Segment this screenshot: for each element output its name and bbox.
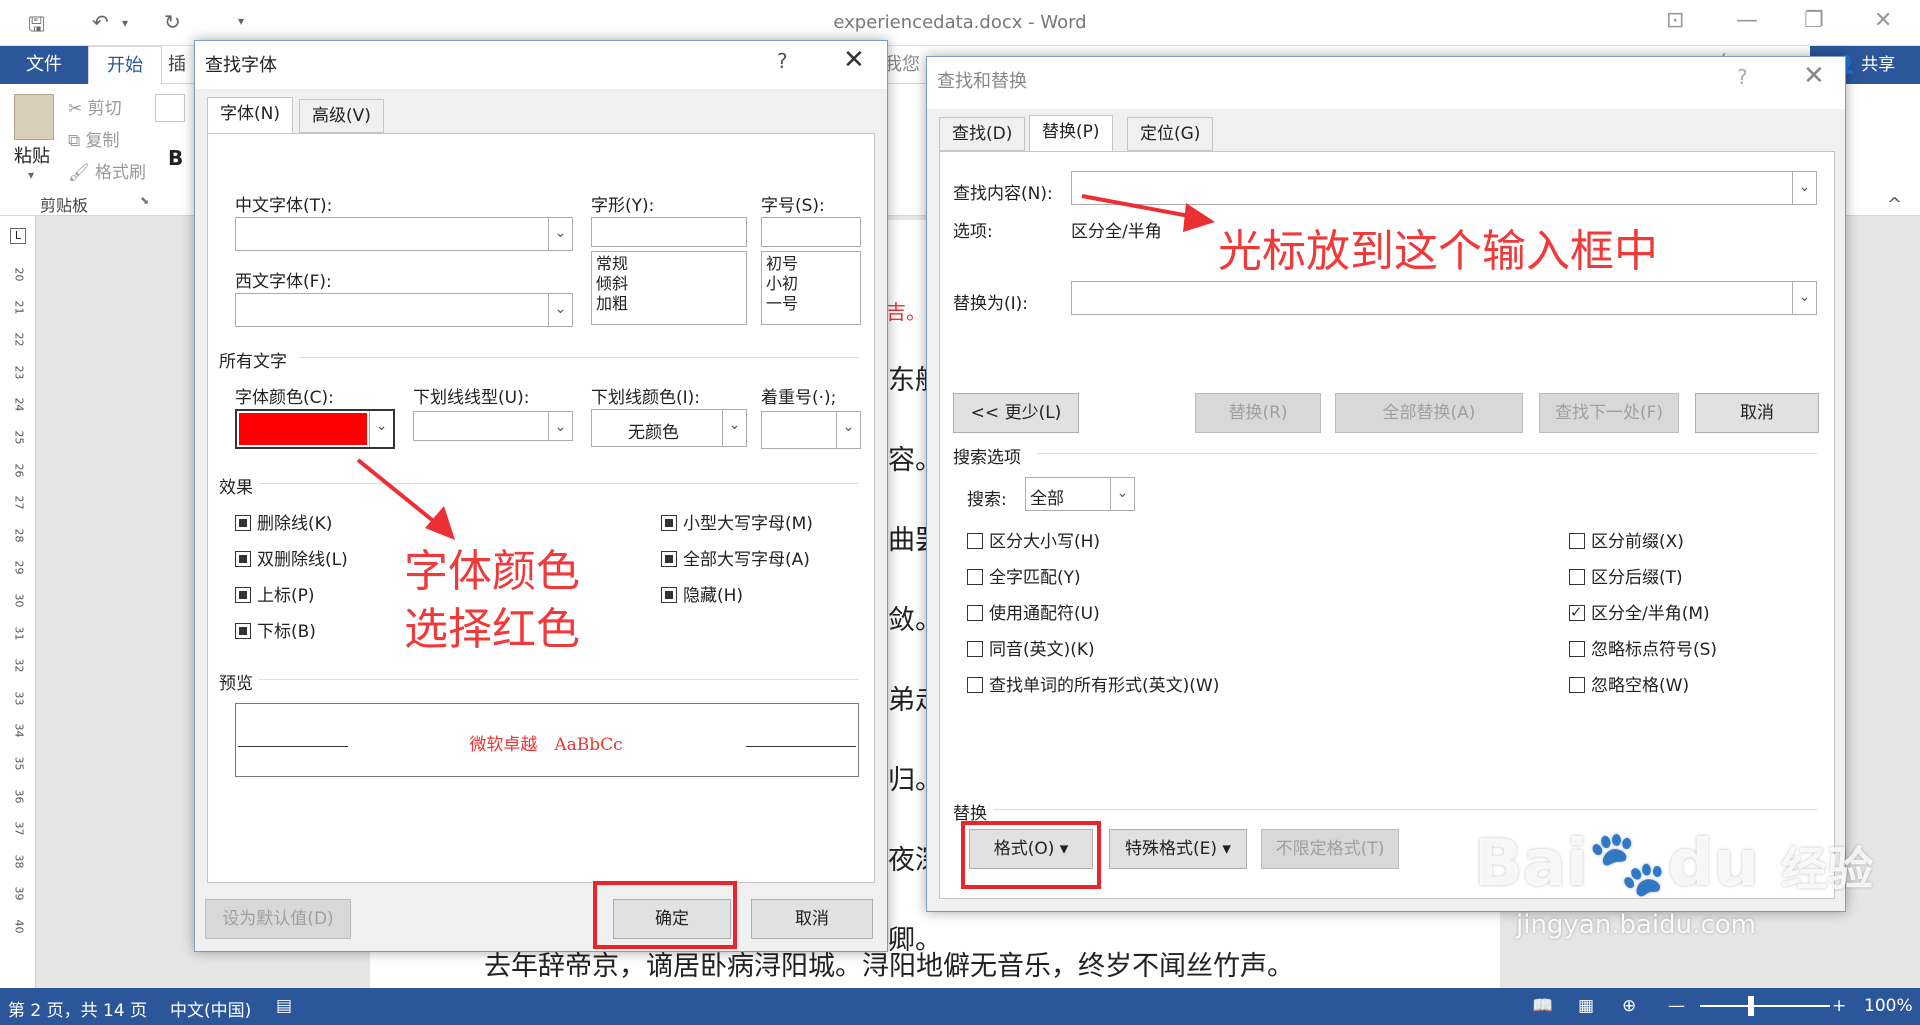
watermark-url: jingyan.baidu.com (1516, 910, 1756, 940)
watermark-logo: Bai🐾du 经验 (1474, 827, 1874, 901)
arrow-to-find-input (1081, 194, 1215, 232)
arrow-to-font-color (356, 458, 455, 540)
paw-icon: 🐾 (1587, 827, 1668, 901)
